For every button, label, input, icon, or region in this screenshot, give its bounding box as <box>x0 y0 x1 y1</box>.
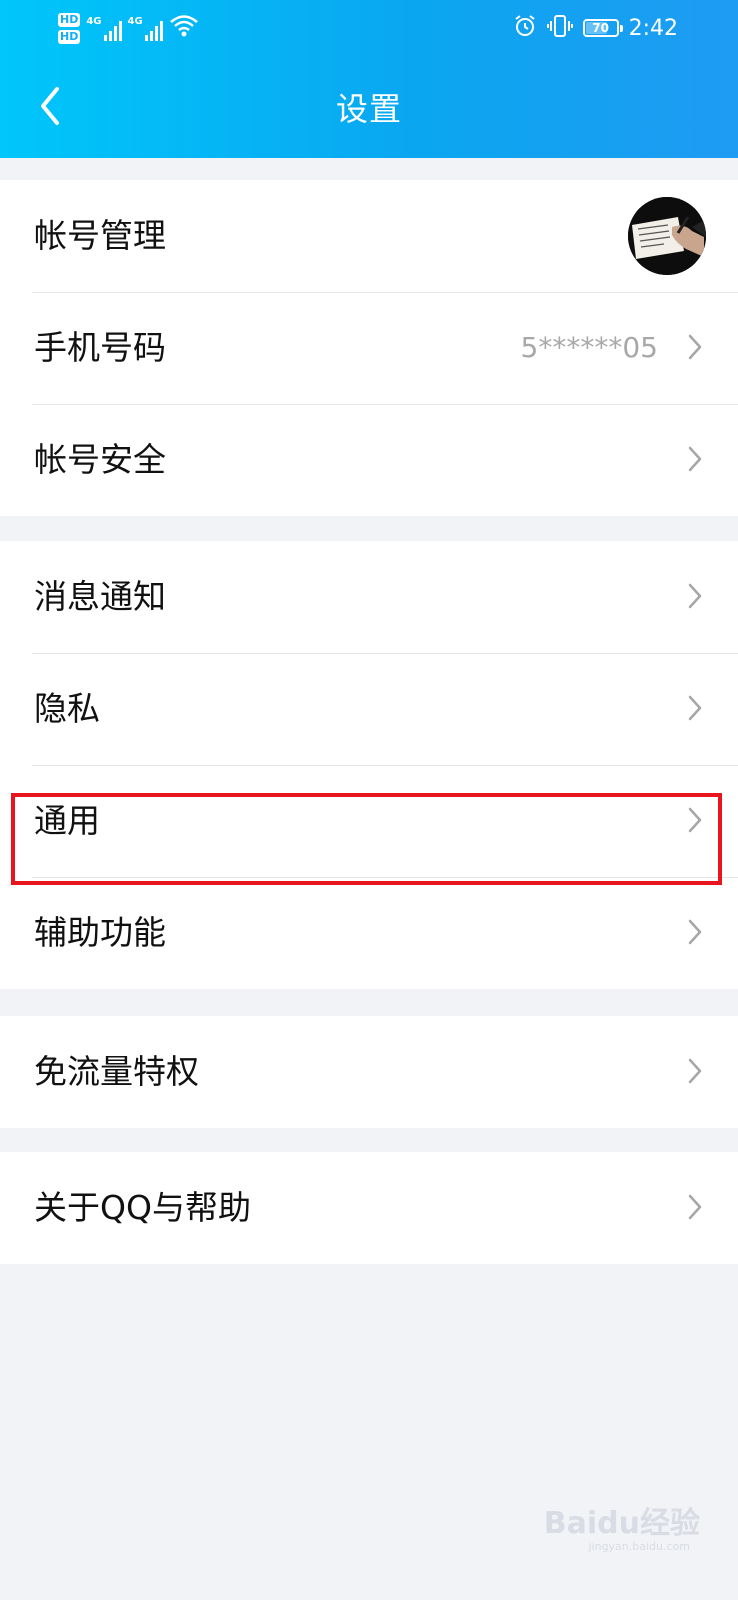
wifi-icon <box>169 14 199 42</box>
page-title: 设置 <box>335 90 402 128</box>
watermark-url: jingyan.baidu.com <box>588 1540 690 1553</box>
hd-badge: HD <box>58 12 81 27</box>
row-label: 辅助功能 <box>34 913 166 952</box>
phone-number-value: 5******05 <box>520 331 658 364</box>
settings-row-account-security[interactable]: 帐号安全 <box>0 404 738 516</box>
avatar <box>628 197 706 275</box>
row-label: 帐号管理 <box>34 216 166 255</box>
hd-badge: HD <box>58 29 81 44</box>
battery-icon: 70 <box>582 19 623 37</box>
chevron-right-icon <box>688 1058 702 1084</box>
settings-group-data: 免流量特权 <box>0 1016 738 1128</box>
status-right: 70 2:42 <box>513 12 678 44</box>
alarm-icon <box>513 14 537 42</box>
settings-row-about-help[interactable]: 关于QQ与帮助 <box>0 1152 738 1264</box>
app-header: HD HD 4G 4G 70 2:42 设置 <box>0 0 738 158</box>
row-label: 消息通知 <box>34 577 166 616</box>
network-type: 4G <box>86 15 102 27</box>
status-left: HD HD 4G 4G <box>58 8 199 48</box>
settings-row-notifications[interactable]: 消息通知 <box>0 541 738 653</box>
settings-group-general: 消息通知 隐私 通用 辅助功能 <box>0 541 738 989</box>
nav-bar: 设置 <box>0 60 738 156</box>
clock: 2:42 <box>628 15 678 41</box>
row-label: 隐私 <box>34 689 100 728</box>
row-label: 关于QQ与帮助 <box>34 1188 251 1227</box>
row-label: 手机号码 <box>34 328 166 367</box>
row-label: 通用 <box>34 801 100 840</box>
settings-row-general[interactable]: 通用 <box>0 765 738 877</box>
settings-row-privacy[interactable]: 隐私 <box>0 653 738 765</box>
settings-row-free-data[interactable]: 免流量特权 <box>0 1016 738 1128</box>
settings-row-accessibility[interactable]: 辅助功能 <box>0 877 738 989</box>
settings-row-phone-number[interactable]: 手机号码 5******05 <box>0 292 738 404</box>
battery-percent: 70 <box>592 21 609 35</box>
chevron-right-icon <box>688 1194 702 1220</box>
chevron-right-icon <box>688 919 702 945</box>
chevron-right-icon <box>688 334 702 360</box>
row-label: 免流量特权 <box>34 1052 199 1091</box>
settings-row-account-management[interactable]: 帐号管理 <box>0 180 738 292</box>
network-type: 4G <box>127 15 143 27</box>
watermark-logo: Baidu经验 <box>543 1506 700 1541</box>
signal-icon: 4G <box>86 15 122 41</box>
signal-icon: 4G <box>128 16 163 41</box>
chevron-right-icon <box>688 807 702 833</box>
chevron-right-icon <box>688 583 702 609</box>
settings-group-account: 帐号管理 手机号码 5******05 帐号安全 <box>0 180 738 516</box>
chevron-right-icon <box>688 446 702 472</box>
vibrate-icon <box>546 14 573 42</box>
settings-group-about: 关于QQ与帮助 <box>0 1152 738 1264</box>
row-label: 帐号安全 <box>34 440 166 479</box>
chevron-right-icon <box>688 695 702 721</box>
status-bar: HD HD 4G 4G 70 2:42 <box>0 0 738 56</box>
hd-indicators: HD HD <box>58 12 81 44</box>
